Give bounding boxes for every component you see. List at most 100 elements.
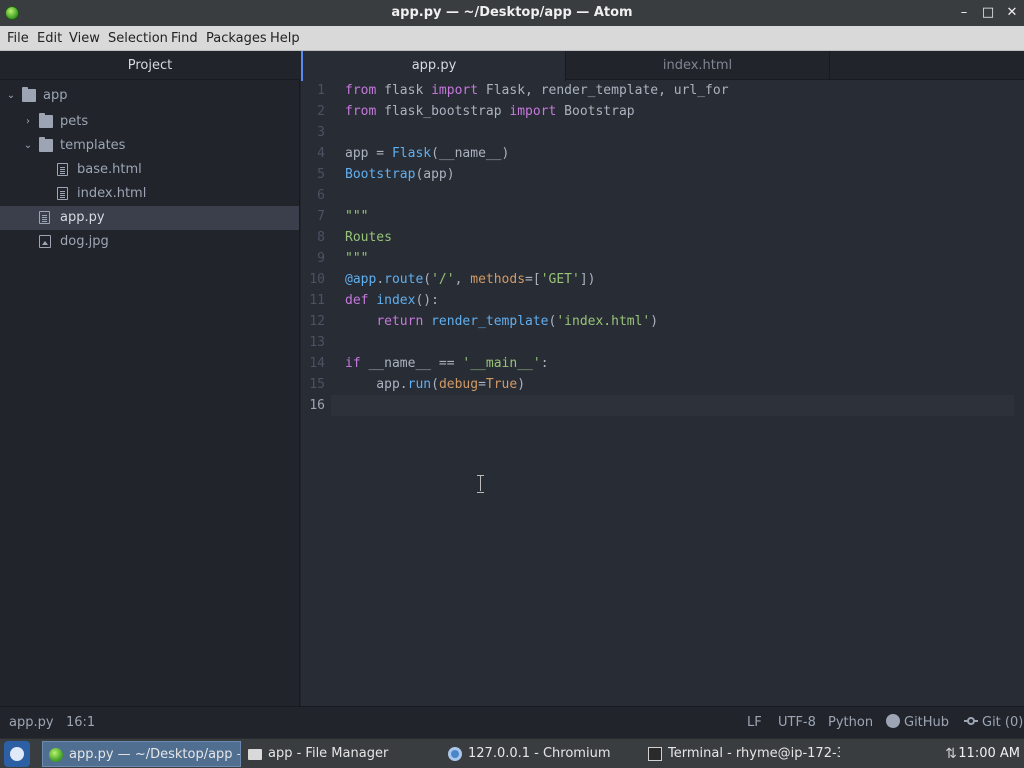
status-line-ending[interactable]: LF — [747, 707, 762, 738]
line-number: 6 — [317, 188, 325, 203]
code-line[interactable]: Bootstrap(app) — [345, 164, 455, 185]
status-encoding[interactable]: UTF-8 — [778, 707, 816, 738]
terminal-icon — [648, 747, 662, 761]
git-label: Git (0) — [982, 715, 1024, 730]
file-icon — [39, 211, 50, 224]
line-number: 12 — [309, 314, 325, 329]
line-number: 15 — [309, 377, 325, 392]
line-number: 11 — [309, 293, 325, 308]
tree-file-index-html[interactable]: index.html — [0, 182, 299, 206]
tree-label: pets — [60, 114, 89, 129]
code-line[interactable]: Routes — [345, 227, 392, 248]
task-atom[interactable]: app.py — ~/Desktop/app — ... — [42, 741, 241, 767]
chevron-right-icon[interactable]: › — [22, 110, 34, 134]
task-label: Terminal - rhyme@ip-172-31... — [668, 746, 840, 761]
status-grammar[interactable]: Python — [828, 707, 873, 738]
file-icon — [57, 163, 68, 176]
minimize-icon[interactable]: – — [956, 5, 972, 21]
image-file-icon — [39, 235, 51, 248]
line-number: 4 — [317, 146, 325, 161]
window-title: app.py — ~/Desktop/app — Atom — [391, 5, 633, 20]
atom-icon — [49, 748, 63, 762]
code-line[interactable]: if __name__ == '__main__': — [345, 353, 549, 374]
menu-file[interactable]: File — [4, 26, 32, 51]
chromium-icon — [448, 747, 462, 761]
tree-folder-templates[interactable]: ⌄ templates — [0, 134, 299, 158]
clock[interactable]: 11:00 AM — [958, 739, 1020, 768]
folder-icon — [39, 113, 53, 128]
status-cursor-position[interactable]: 16:1 — [66, 707, 95, 738]
line-number: 5 — [317, 167, 325, 182]
task-label: 127.0.0.1 - Chromium — [468, 746, 611, 761]
editor-pane: app.py index.html 1 2 3 4 5 6 7 8 9 10 1… — [301, 51, 1024, 706]
line-number: 9 — [317, 251, 325, 266]
menu-edit[interactable]: Edit — [34, 26, 65, 51]
line-number-current: 16 — [309, 398, 325, 413]
tab-index-html[interactable]: index.html — [566, 51, 830, 80]
menu-selection[interactable]: Selection — [105, 26, 171, 51]
tree-file-base-html[interactable]: base.html — [0, 158, 299, 182]
code-line[interactable]: """ — [345, 248, 368, 269]
line-number: 3 — [317, 125, 325, 140]
status-bar: app.py 16:1 LF UTF-8 Python GitHub Git (… — [0, 706, 1024, 738]
close-icon[interactable]: ✕ — [1004, 5, 1020, 21]
tab-bar: app.py index.html — [301, 51, 1024, 81]
project-tree-panel: Project ⌄ app › pets ⌄ templates base.ht… — [0, 51, 300, 706]
tree-folder-pets[interactable]: › pets — [0, 110, 299, 134]
code-line[interactable]: return render_template('index.html') — [345, 311, 658, 332]
tree-file-app-py[interactable]: app.py — [0, 206, 299, 230]
project-panel-header[interactable]: Project — [0, 51, 300, 80]
git-commit-icon — [964, 714, 978, 728]
chevron-down-icon[interactable]: ⌄ — [22, 134, 34, 158]
tree-folder-app[interactable]: ⌄ app — [0, 84, 299, 108]
menu-view[interactable]: View — [66, 26, 103, 51]
tree-label: index.html — [77, 186, 147, 201]
folder-icon — [39, 137, 53, 152]
title-bar: app.py — ~/Desktop/app — Atom – □ ✕ — [0, 0, 1024, 26]
start-menu-button[interactable] — [4, 741, 30, 767]
folder-icon — [22, 87, 36, 102]
tree-label: dog.jpg — [60, 234, 109, 249]
taskbar: app.py — ~/Desktop/app — ... app - File … — [0, 738, 1024, 768]
tree-label: app.py — [60, 210, 105, 225]
menu-help[interactable]: Help — [267, 26, 303, 51]
git-button[interactable]: Git (0) — [964, 707, 1023, 738]
chevron-down-icon[interactable]: ⌄ — [5, 84, 17, 108]
code-line[interactable]: def index(): — [345, 290, 439, 311]
current-line-highlight — [331, 395, 1014, 416]
line-number: 2 — [317, 104, 325, 119]
tab-app-py[interactable]: app.py — [301, 51, 566, 81]
code-line[interactable]: @app.route('/', methods=['GET']) — [345, 269, 596, 290]
task-chromium[interactable]: 127.0.0.1 - Chromium — [442, 741, 640, 767]
code-line[interactable]: app = Flask(__name__) — [345, 143, 509, 164]
task-terminal[interactable]: Terminal - rhyme@ip-172-31... — [642, 741, 840, 767]
github-icon — [886, 714, 900, 728]
text-cursor-icon — [477, 475, 485, 493]
tree-file-dog-jpg[interactable]: dog.jpg — [0, 230, 299, 254]
code-line[interactable]: """ — [345, 206, 368, 227]
task-label: app.py — ~/Desktop/app — ... — [69, 747, 240, 762]
tree-label: app — [43, 88, 68, 103]
tree-label: base.html — [77, 162, 142, 177]
github-label: GitHub — [904, 715, 950, 730]
status-file-name[interactable]: app.py — [9, 707, 54, 738]
folder-icon — [248, 749, 262, 760]
menu-packages[interactable]: Packages — [203, 26, 270, 51]
line-number: 8 — [317, 230, 325, 245]
code-line[interactable]: from flask import Flask, render_template… — [345, 80, 729, 101]
task-file-manager[interactable]: app - File Manager — [242, 741, 440, 767]
code-line[interactable]: from flask_bootstrap import Bootstrap — [345, 101, 635, 122]
task-label: app - File Manager — [268, 746, 389, 761]
file-icon — [57, 187, 68, 200]
line-number: 7 — [317, 209, 325, 224]
maximize-icon[interactable]: □ — [980, 5, 996, 21]
code-line[interactable]: app.run(debug=True) — [345, 374, 525, 395]
line-number: 13 — [309, 335, 325, 350]
line-number: 10 — [309, 272, 325, 287]
tree-label: templates — [60, 138, 126, 153]
line-number: 1 — [317, 83, 325, 98]
menu-bar: File Edit View Selection Find Packages H… — [0, 26, 1024, 51]
line-number: 14 — [309, 356, 325, 371]
github-button[interactable]: GitHub — [886, 707, 949, 738]
menu-find[interactable]: Find — [168, 26, 201, 51]
